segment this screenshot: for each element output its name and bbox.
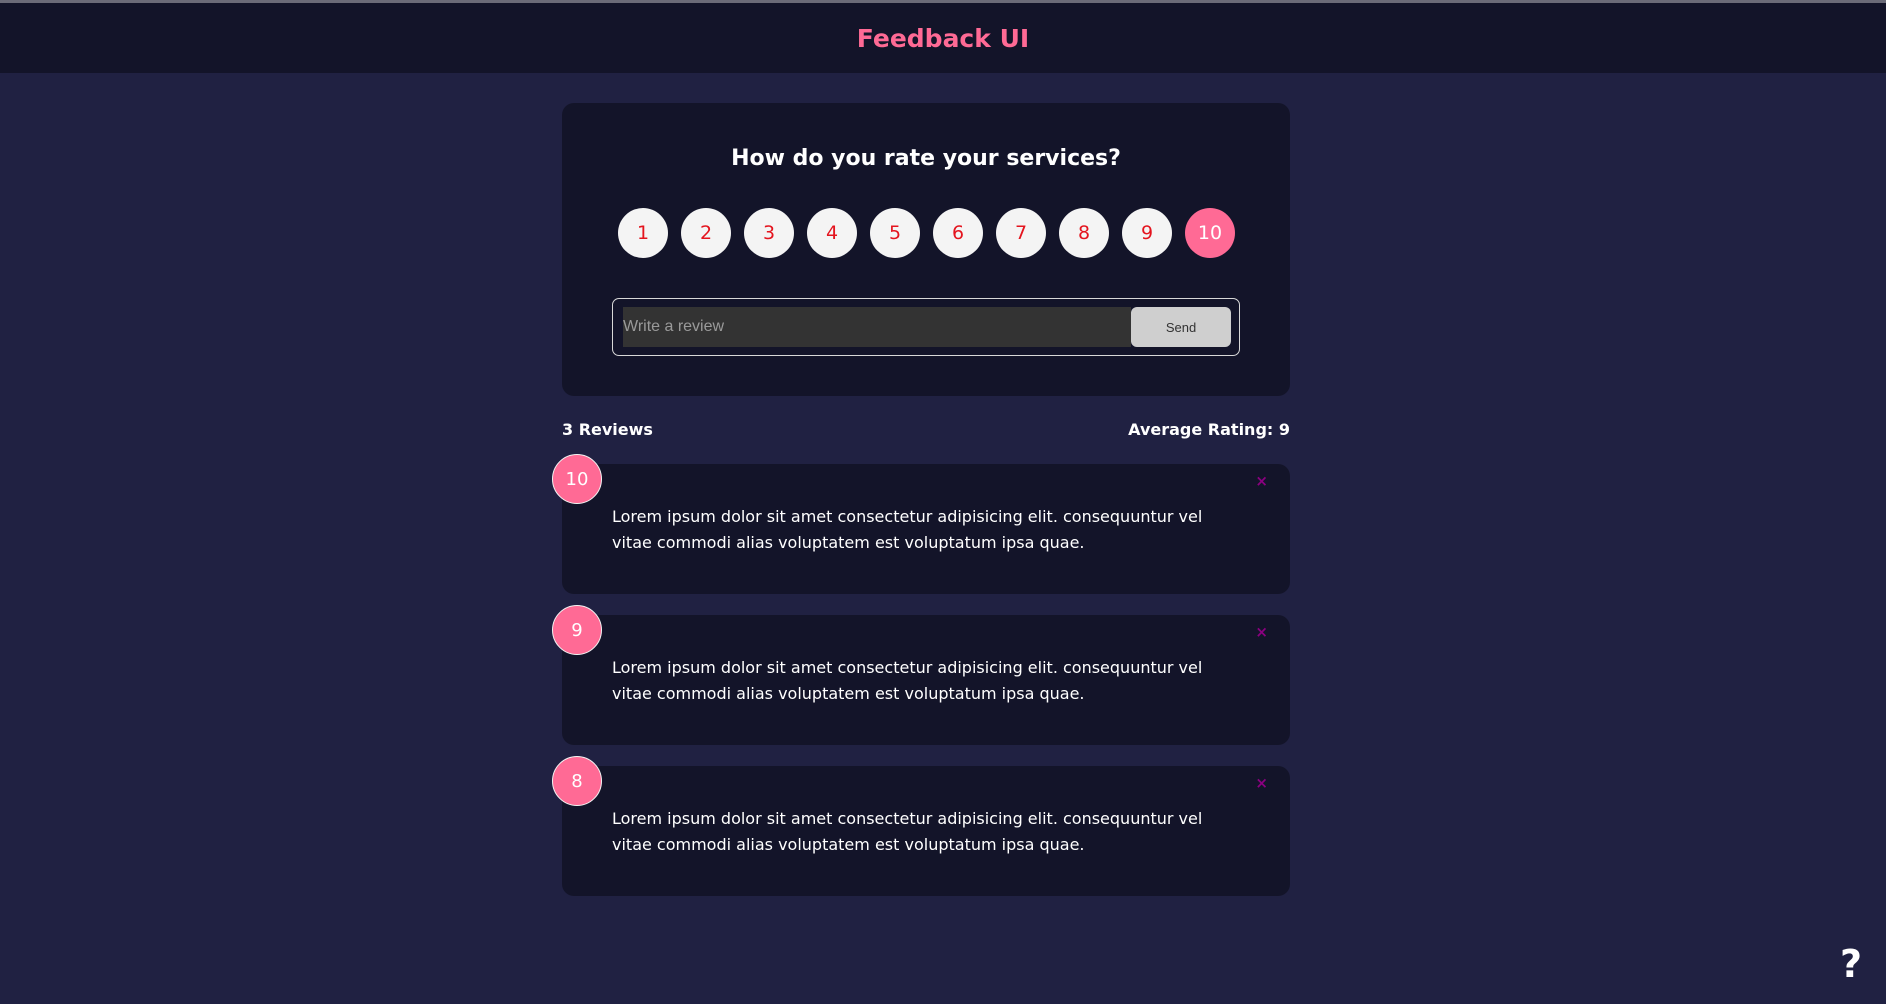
review-stats: 3 Reviews Average Rating: 9 <box>562 418 1290 440</box>
app-title: Feedback UI <box>856 23 1030 53</box>
rating-option-8[interactable]: 8 <box>1059 208 1109 258</box>
rating-question: How do you rate your services? <box>731 146 1121 171</box>
close-icon[interactable]: × <box>1255 774 1268 792</box>
review-count: 3 Reviews <box>562 419 653 439</box>
review-text: Lorem ipsum dolor sit amet consectetur a… <box>612 507 1203 552</box>
rating-option-3[interactable]: 3 <box>744 208 794 258</box>
app-header: Feedback UI <box>0 3 1886 73</box>
review-rating-badge: 10 <box>552 454 602 504</box>
rating-option-4[interactable]: 4 <box>807 208 857 258</box>
review-text: Lorem ipsum dolor sit amet consectetur a… <box>612 809 1203 854</box>
review-text: Lorem ipsum dolor sit amet consectetur a… <box>612 658 1203 703</box>
close-icon[interactable]: × <box>1255 623 1268 641</box>
review-card: 8 × Lorem ipsum dolor sit amet consectet… <box>552 756 1290 896</box>
rating-option-5[interactable]: 5 <box>870 208 920 258</box>
review-rating-badge: 8 <box>552 756 602 806</box>
review-input-group: Send <box>612 298 1240 356</box>
review-card: 9 × Lorem ipsum dolor sit amet consectet… <box>552 605 1290 745</box>
rating-option-10[interactable]: 10 <box>1185 208 1235 258</box>
rating-options: 1 2 3 4 5 6 7 8 9 10 <box>618 208 1235 258</box>
send-button[interactable]: Send <box>1131 307 1231 347</box>
close-icon[interactable]: × <box>1255 472 1268 490</box>
rating-card: How do you rate your services? 1 2 3 4 5… <box>562 103 1290 396</box>
rating-option-2[interactable]: 2 <box>681 208 731 258</box>
review-input[interactable] <box>623 307 1131 347</box>
help-icon[interactable]: ? <box>1840 942 1862 986</box>
rating-option-1[interactable]: 1 <box>618 208 668 258</box>
rating-option-9[interactable]: 9 <box>1122 208 1172 258</box>
rating-option-6[interactable]: 6 <box>933 208 983 258</box>
average-rating: Average Rating: 9 <box>1128 419 1290 439</box>
review-card: 10 × Lorem ipsum dolor sit amet consecte… <box>552 454 1290 594</box>
rating-option-7[interactable]: 7 <box>996 208 1046 258</box>
review-rating-badge: 9 <box>552 605 602 655</box>
